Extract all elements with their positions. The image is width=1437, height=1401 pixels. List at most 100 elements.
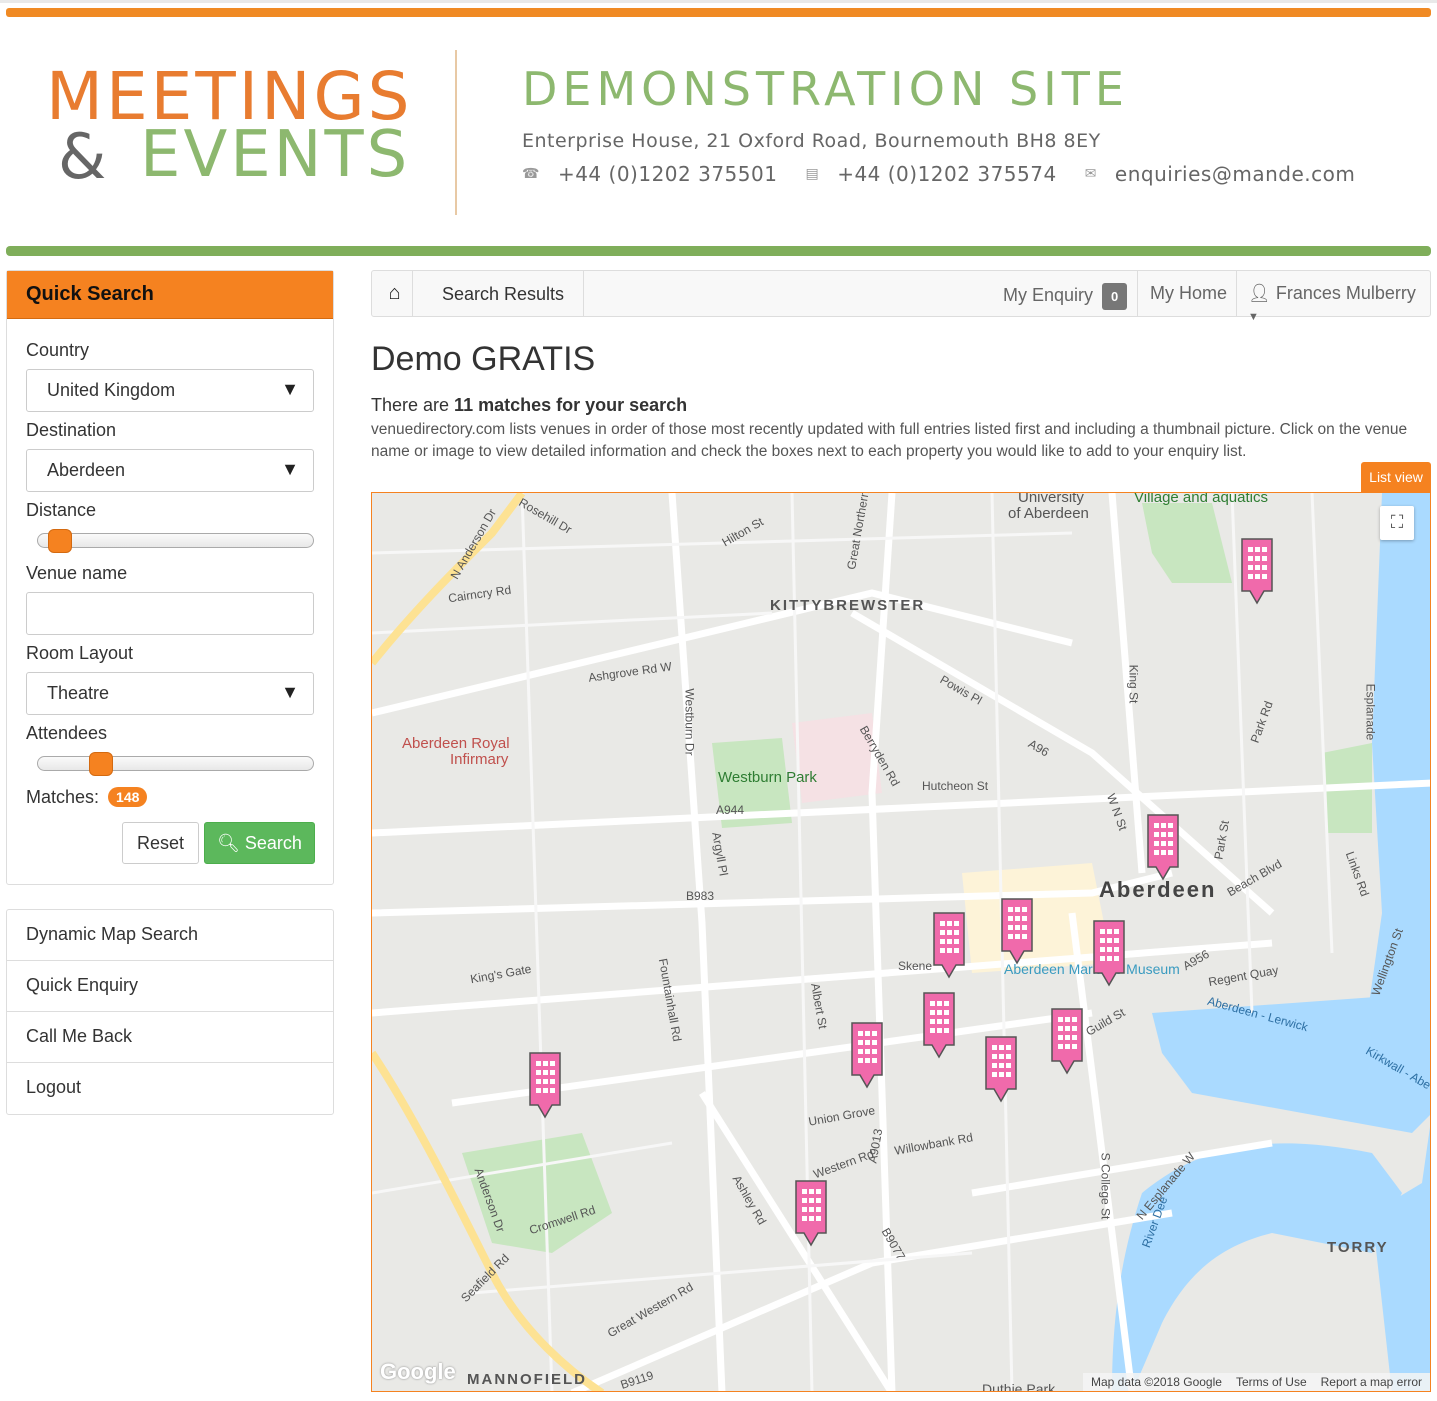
poi-label-university-2: of Aberdeen [1008,505,1089,522]
header-orange-bar [6,8,1431,17]
poi-label-village: Village and aquatics [1134,492,1268,506]
area-label-torry: TORRY [1327,1239,1389,1256]
attendees-label: Attendees [26,723,108,743]
breadcrumb-end [583,271,584,316]
matches-count-badge: 148 [108,787,148,807]
area-label-mannofield: MANNOFIELD [467,1371,587,1388]
area-label-kittybrewster: KITTYBREWSTER [770,597,926,614]
logo-ampersand: & [58,120,107,193]
contact-line: ☎ +44 (0)1202 375501 ▤ +44 (0)1202 37557… [522,162,1355,186]
breadcrumb-separator [412,271,413,316]
user-name: Frances Mulberry [1275,283,1416,303]
user-icon: 👤︎ [1248,283,1271,303]
road-label-hutcheon: Hutcheon St [922,779,989,793]
report-map-error-link[interactable]: Report a map error [1321,1375,1422,1391]
dropdown-arrow-icon: ▼ [281,459,299,479]
park-label-westburn: Westburn Park [718,769,817,786]
search-button[interactable]: 🔍︎ Search [204,822,315,864]
menu-item-call-me-back[interactable]: Call Me Back [7,1012,333,1063]
venue-name-label: Venue name [26,563,128,583]
menu-item-quick-enquiry[interactable]: Quick Enquiry [7,961,333,1012]
venue-name-input[interactable] [26,592,314,635]
logo-divider [455,50,457,215]
summary-count: 11 matches for your search [454,395,688,415]
poi-label-university: University [1018,492,1084,506]
map-footer: Map data ©2018 Google Terms of Use Repor… [1083,1373,1430,1391]
road-label-esplanade: Esplanade [1363,683,1378,741]
venue-pin-8[interactable] [848,1019,886,1099]
my-enquiry-link[interactable]: My Enquiry 0 [1003,283,1128,310]
side-menu: Dynamic Map Search Quick Enquiry Call Me… [6,909,334,1115]
site-address: Enterprise House, 21 Oxford Road, Bourne… [522,130,1101,152]
top-border [0,0,1437,3]
destination-value: Aberdeen [47,460,126,480]
phone-number: +44 (0)1202 375501 [557,162,778,186]
road-label-westburn-dr: Westburn Dr [682,688,697,756]
venue-pin-2[interactable] [1144,811,1182,891]
reset-button[interactable]: Reset [122,822,199,864]
phone-icon: ☎ [522,166,540,182]
home-icon[interactable]: ⌂ [372,271,417,316]
menu-item-dynamic-map-search[interactable]: Dynamic Map Search [7,910,333,961]
caret-down-icon: ▼ [1248,311,1259,323]
road-label-a944: A944 [716,803,745,817]
header-green-bar [6,246,1431,256]
room-layout-select[interactable]: Theatre ▼ [26,672,314,715]
quick-search-title: Quick Search [7,271,333,319]
poi-label-infirmary: Aberdeen Royal [402,735,510,752]
email-icon: ✉ [1084,166,1097,182]
breadcrumb-search-results[interactable]: Search Results [442,284,564,305]
country-select[interactable]: United Kingdom ▼ [26,369,314,412]
search-button-label: Search [244,833,302,853]
distance-slider[interactable] [37,529,314,553]
search-icon: 🔍︎ [217,833,240,853]
venue-pin-10[interactable] [526,1049,564,1129]
results-summary: There are 11 matches for your search [371,395,687,416]
road-label-b983: B983 [686,889,715,903]
user-menu[interactable]: 👤︎ Frances Mulberry ▼ [1248,283,1430,325]
enquiry-count-badge: 0 [1102,283,1128,310]
venue-pin-9[interactable] [982,1033,1020,1113]
matches-label: Matches: [26,787,100,807]
room-layout-value: Theatre [47,683,110,703]
summary-prefix: There are [371,395,455,415]
terms-of-use-link[interactable]: Terms of Use [1236,1375,1307,1391]
attendees-slider-handle[interactable] [89,752,113,776]
park-label-duthie: Duthie Park [982,1381,1056,1392]
country-value: United Kingdom [47,380,176,400]
menu-item-logout[interactable]: Logout [7,1063,333,1114]
venue-pin-1[interactable] [1238,535,1276,615]
room-layout-label: Room Layout [26,643,134,663]
dropdown-arrow-icon: ▼ [281,682,299,702]
venue-pin-7[interactable] [1048,1005,1086,1085]
dropdown-arrow-icon: ▼ [281,379,299,399]
venue-map[interactable]: KITTYBREWSTER Aberdeen TORRY MANNOFIELD … [371,492,1431,1392]
fax-number: +44 (0)1202 375574 [837,162,1057,186]
venue-pin-3[interactable] [998,895,1036,975]
venue-pin-6[interactable] [920,989,958,1069]
nav-divider [1137,271,1138,316]
logo-events[interactable]: EVENTS [140,118,410,192]
destination-select[interactable]: Aberdeen ▼ [26,449,314,492]
nav-divider [1236,271,1237,316]
venue-pin-11[interactable] [792,1177,830,1257]
country-label: Country [26,340,90,360]
poi-label-infirmary-2: Infirmary [450,751,509,768]
attendees-slider[interactable] [37,752,314,776]
page-title: Demo GRATIS [371,340,596,378]
fax-icon: ▤ [805,166,820,182]
distance-slider-handle[interactable] [48,529,72,553]
distance-label: Distance [26,500,97,520]
venue-pin-5[interactable] [1090,917,1128,997]
road-label-king-st: King St [1126,664,1141,704]
venue-pin-4[interactable] [930,909,968,989]
google-logo: Google [380,1359,456,1384]
site-title: DEMONSTRATION SITE [522,62,1129,116]
results-description: venuedirectory.com lists venues in order… [371,421,1408,460]
fullscreen-icon[interactable]: ⛶ [1380,506,1414,540]
map-data-attribution: Map data ©2018 Google [1091,1375,1222,1389]
list-view-button[interactable]: List view [1361,462,1431,492]
road-label-s-college: S College St [1098,1152,1113,1220]
my-home-link[interactable]: My Home [1150,283,1227,304]
top-nav: ⌂ Search Results My Enquiry 0 My Home 👤︎… [371,270,1431,323]
